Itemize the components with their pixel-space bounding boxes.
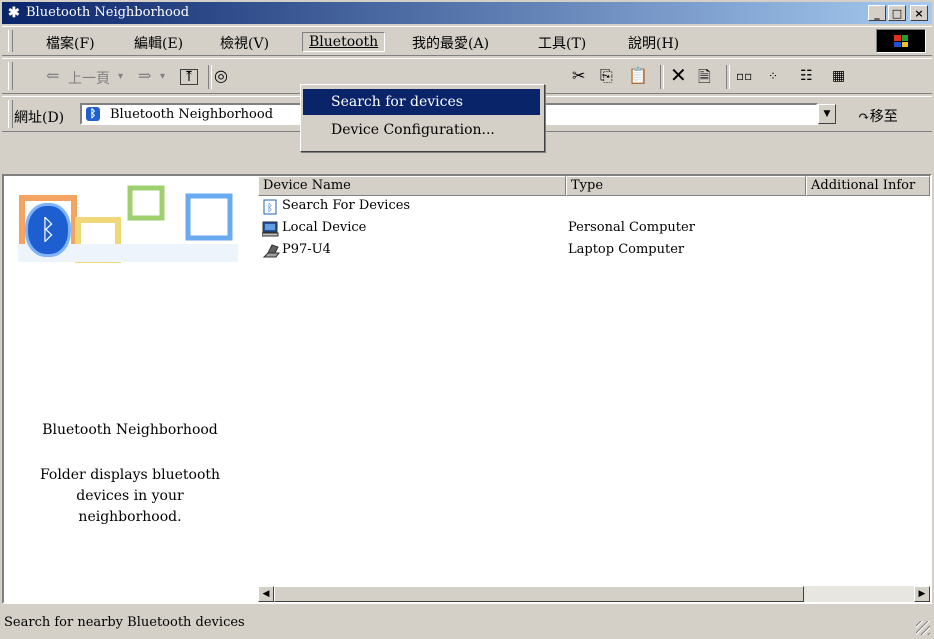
details-view-icon[interactable]: ▦ — [832, 68, 845, 84]
horizontal-scrollbar[interactable]: ◀ ▶ — [258, 586, 930, 602]
content-area: ᛒ Bluetooth Neighborhood Folder displays… — [2, 174, 932, 604]
device-list: Device Name Type Additional Infor ᛒ Sear… — [258, 176, 930, 586]
paste-icon[interactable]: 📋 — [628, 66, 648, 85]
cut-icon[interactable]: ✂ — [572, 66, 585, 85]
properties-icon[interactable]: 🗎 — [698, 66, 711, 93]
menu-favorites[interactable]: 我的最愛(A) — [412, 33, 489, 53]
computer-icon — [261, 221, 280, 237]
menu-bar: 檔案(F) 編輯(E) 檢視(V) Bluetooth 我的最愛(A) 工具(T… — [2, 26, 932, 56]
delete-icon[interactable]: ✕ — [670, 63, 687, 87]
forward-arrow-icon[interactable]: ⇒ — [138, 66, 151, 85]
address-dropdown-button[interactable]: ▼ — [818, 104, 836, 124]
resize-grip[interactable] — [916, 621, 930, 635]
menu-item-search-for-devices[interactable]: Search for devices — [303, 89, 540, 115]
window-title: Bluetooth Neighborhood — [26, 5, 190, 20]
scroll-thumb[interactable] — [274, 586, 804, 602]
address-value: Bluetooth Neighborhood — [110, 107, 274, 122]
menu-edit[interactable]: 編輯(E) — [134, 33, 183, 53]
column-header-additional-info[interactable]: Additional Infor — [806, 176, 930, 196]
svg-text:ᛒ: ᛒ — [267, 203, 273, 214]
banner-blue-square — [185, 193, 233, 241]
folder-description: Folder displays bluetooth devices in you… — [39, 467, 221, 525]
windows-logo — [876, 29, 926, 53]
folder-info: Bluetooth Neighborhood Folder displays b… — [4, 420, 256, 528]
address-label: 網址(D) — [14, 110, 65, 126]
menubar-grip[interactable] — [8, 30, 13, 52]
addressbar-grip[interactable] — [8, 100, 13, 128]
menu-tools[interactable]: 工具(T) — [538, 33, 586, 53]
menu-bluetooth-label: Bluetooth — [309, 34, 379, 50]
bluetooth-icon: ✱ — [8, 5, 20, 21]
search-icon[interactable]: ◎ — [214, 66, 228, 85]
column-header-type[interactable]: Type — [566, 176, 806, 196]
scroll-left-button[interactable]: ◀ — [258, 586, 274, 602]
device-name: P97-U4 — [282, 242, 331, 257]
status-bar: Search for nearby Bluetooth devices — [0, 606, 934, 639]
menu-item-label: Device Configuration... — [331, 122, 495, 138]
small-icons-view-icon[interactable]: ⁘ — [768, 69, 778, 83]
up-folder-icon[interactable]: ⤒ — [180, 69, 198, 85]
bluetooth-folder-icon: ᛒ — [86, 107, 100, 121]
toolbar-separator — [726, 65, 730, 89]
bluetooth-logo-icon: ᛒ — [28, 206, 68, 254]
go-button[interactable]: ↷移至 — [858, 106, 898, 126]
title-bar[interactable]: ✱ Bluetooth Neighborhood _ □ × — [2, 2, 932, 24]
column-header-name[interactable]: Device Name — [258, 176, 566, 196]
back-arrow-icon[interactable]: ⇐ — [46, 66, 59, 85]
back-dropdown-icon[interactable]: ▾ — [118, 71, 123, 82]
toolbar-separator — [660, 65, 664, 89]
device-type: Personal Computer — [568, 220, 695, 235]
window-controls: _ □ × — [868, 5, 928, 21]
go-arrow-icon: ↷ — [858, 109, 870, 125]
back-button-label[interactable]: 上一頁 — [68, 68, 110, 88]
list-item[interactable]: P97-U4 Laptop Computer — [258, 240, 930, 262]
bluetooth-search-icon: ᛒ — [262, 199, 280, 215]
toolbar-grip[interactable] — [8, 62, 13, 90]
maximize-button[interactable]: □ — [888, 5, 906, 21]
forward-dropdown-icon[interactable]: ▾ — [160, 71, 165, 82]
copy-icon[interactable]: ⎘ — [600, 66, 613, 86]
toolbar-separator — [208, 65, 212, 89]
list-item[interactable]: ᛒ Search For Devices — [258, 196, 930, 218]
list-item[interactable]: Local Device Personal Computer — [258, 218, 930, 240]
scroll-right-button[interactable]: ▶ — [914, 586, 930, 602]
device-name: Local Device — [282, 220, 367, 235]
menu-file[interactable]: 檔案(F) — [46, 33, 95, 53]
device-name: Search For Devices — [282, 198, 411, 213]
web-view-pane: ᛒ Bluetooth Neighborhood Folder displays… — [4, 176, 256, 602]
go-label: 移至 — [869, 109, 898, 125]
minimize-button[interactable]: _ — [868, 5, 886, 21]
large-icons-view-icon[interactable]: ▫▫ — [736, 69, 752, 83]
menu-help[interactable]: 說明(H) — [628, 33, 679, 53]
status-text: Search for nearby Bluetooth devices — [4, 615, 245, 630]
close-button[interactable]: × — [910, 5, 928, 21]
bluetooth-banner: ᛒ — [18, 184, 238, 264]
list-view-icon[interactable]: ☷ — [800, 68, 813, 84]
bluetooth-menu-dropdown: Search for devices Device Configuration.… — [300, 84, 545, 152]
laptop-icon — [262, 243, 280, 259]
windows-flag-icon — [894, 35, 908, 47]
menu-item-device-configuration[interactable]: Device Configuration... — [303, 117, 540, 143]
flag-yellow — [901, 41, 908, 47]
flag-green — [901, 35, 908, 41]
menu-bluetooth[interactable]: Bluetooth — [302, 32, 386, 52]
folder-title: Bluetooth Neighborhood — [42, 422, 218, 438]
menu-view[interactable]: 檢視(V) — [220, 33, 269, 53]
banner-green-square — [127, 185, 165, 221]
explorer-window: ✱ Bluetooth Neighborhood _ □ × 檔案(F) 編輯(… — [0, 0, 934, 639]
menu-item-label: Search for devices — [331, 94, 463, 110]
device-type: Laptop Computer — [568, 242, 685, 257]
flag-red — [894, 35, 901, 41]
flag-blue — [894, 41, 901, 47]
